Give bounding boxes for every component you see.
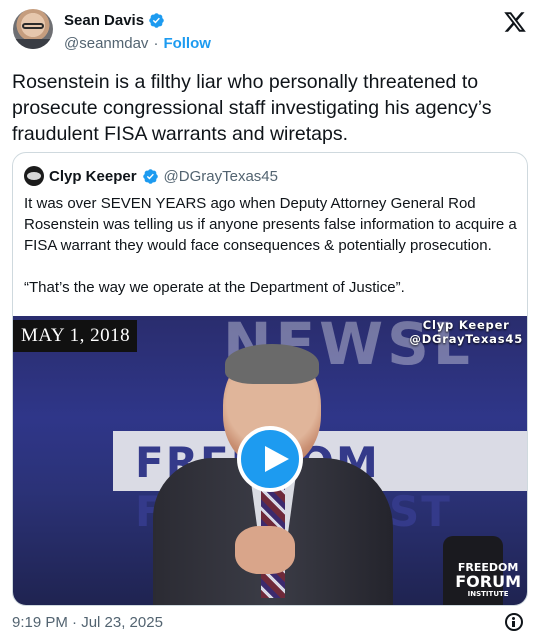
quote-author-name[interactable]: Clyp Keeper: [49, 168, 137, 185]
post-card: Sean Davis @seanmdav · Follow Rosenstein…: [0, 0, 540, 643]
quote-text: It was over SEVEN YEARS ago when Deputy …: [24, 193, 520, 298]
play-icon[interactable]: [237, 426, 303, 492]
verified-badge-icon: [142, 168, 158, 184]
verified-badge-icon: [149, 13, 164, 28]
post-timestamp[interactable]: 9:19 PM · Jul 23, 2025: [12, 614, 163, 631]
avatar-shirt: [13, 39, 53, 49]
quote-author-handle[interactable]: @DGrayTexas45: [164, 168, 278, 185]
author-avatar[interactable]: [13, 9, 53, 49]
quote-header: Clyp Keeper @DGrayTexas45: [24, 166, 278, 186]
author-handle[interactable]: @seanmdav: [64, 35, 148, 52]
logo-line-2: FORUM: [455, 572, 521, 591]
author-name[interactable]: Sean Davis: [64, 12, 144, 29]
video-watermark: Clyp Keeper @DGrayTexas45: [409, 318, 523, 346]
speaker-hair: [225, 344, 319, 384]
avatar-glasses: [22, 23, 44, 29]
quote-paragraph-1: It was over SEVEN YEARS ago when Deputy …: [24, 195, 517, 254]
logo-line-3: INSTITUTE: [467, 590, 509, 598]
quoted-post[interactable]: Clyp Keeper @DGrayTexas45 It was over SE…: [12, 152, 528, 606]
video-date-overlay: MAY 1, 2018: [13, 320, 138, 352]
video-player[interactable]: NEWSL FREEDOM FORUM INST MAY 1, 2018 Cly…: [13, 316, 527, 605]
x-logo-icon[interactable]: [503, 10, 527, 34]
quote-author-avatar: [24, 166, 44, 186]
speaker-hand: [235, 526, 295, 574]
author-handle-row: @seanmdav · Follow: [64, 35, 211, 52]
watermark-line-2: @DGrayTexas45: [409, 332, 523, 346]
video-logo: FREEDOM FORUM INSTITUTE: [455, 562, 521, 599]
separator-dot: ·: [153, 35, 159, 52]
author-name-row: Sean Davis: [64, 12, 165, 29]
info-icon[interactable]: [505, 613, 523, 631]
post-text: Rosenstein is a filthy liar who personal…: [12, 71, 492, 145]
quote-paragraph-2: “That’s the way we operate at the Depart…: [24, 279, 405, 296]
watermark-line-1: Clyp Keeper: [422, 318, 510, 332]
follow-button[interactable]: Follow: [163, 35, 211, 52]
